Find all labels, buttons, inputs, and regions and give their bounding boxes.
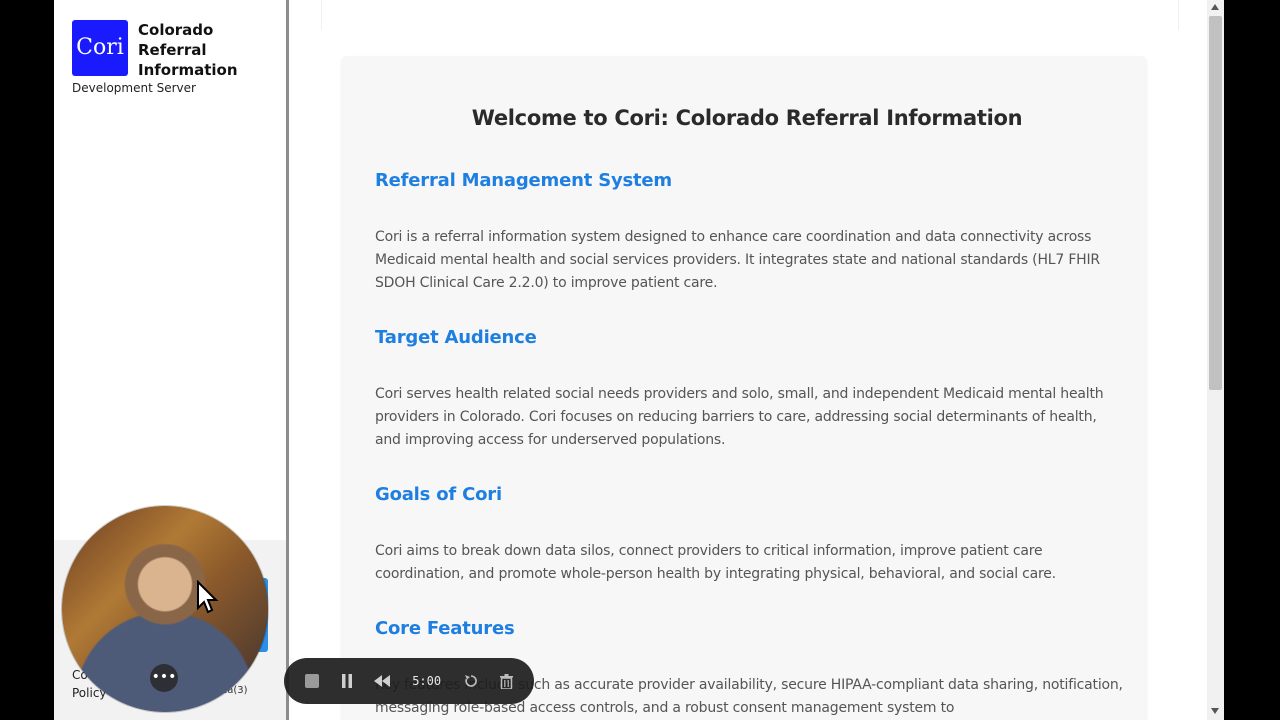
section-heading-features: Core Features	[375, 618, 515, 639]
stop-icon	[304, 674, 319, 688]
main-content: Welcome to Cori: Colorado Referral Infor…	[289, 0, 1209, 720]
section-heading-audience: Target Audience	[375, 327, 537, 348]
pause-button[interactable]	[336, 670, 358, 692]
sidebar: Cori Colorado Referral Information Devel…	[54, 0, 289, 720]
scroll-down-icon[interactable]	[1211, 708, 1219, 714]
section-body-referral: Cori is a referral information system de…	[375, 229, 1100, 291]
stop-button[interactable]	[301, 670, 323, 692]
rewind-icon	[374, 675, 391, 687]
top-strip	[321, 0, 1179, 30]
vertical-scrollbar[interactable]	[1207, 0, 1224, 720]
cori-logo: Cori	[72, 20, 128, 76]
more-options-icon[interactable]: •••	[150, 664, 178, 692]
recording-toolbar: 5:00	[284, 658, 534, 704]
page-title: Welcome to Cori: Colorado Referral Infor…	[471, 106, 1023, 130]
brand-name: Colorado Referral Information	[138, 21, 238, 79]
pause-icon	[341, 674, 352, 688]
restart-button[interactable]	[460, 670, 482, 692]
section-heading-referral: Referral Management System	[375, 170, 672, 191]
mouse-cursor-icon	[197, 580, 219, 614]
recording-timer: 5:00	[412, 674, 442, 688]
restart-icon	[464, 675, 477, 687]
browser-viewport: Cori Colorado Referral Information Devel…	[54, 0, 1224, 720]
trash-icon	[499, 673, 513, 689]
brand[interactable]: Cori Colorado Referral Information	[72, 20, 248, 80]
section-body-goals: Cori aims to break down data silos, conn…	[375, 543, 1056, 582]
rewind-button[interactable]	[371, 670, 393, 692]
scroll-up-icon[interactable]	[1211, 4, 1219, 10]
section-body-audience: Cori serves health related social needs …	[375, 386, 1104, 448]
section-heading-goals: Goals of Cori	[375, 484, 502, 505]
server-label: Development Server	[72, 81, 196, 95]
delete-button[interactable]	[495, 670, 517, 692]
scroll-thumb[interactable]	[1209, 16, 1222, 390]
